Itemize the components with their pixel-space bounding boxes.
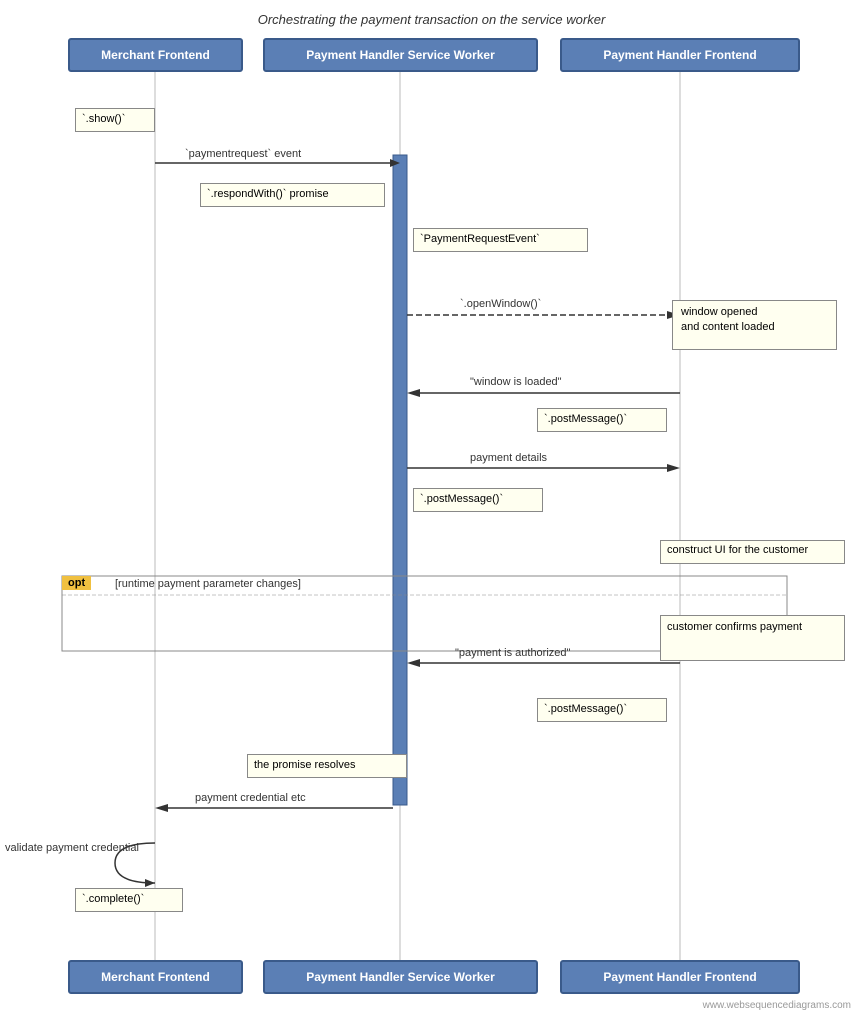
note-promise-resolves: the promise resolves [247, 754, 407, 778]
actor-merchant-bottom: Merchant Frontend [68, 960, 243, 994]
note-postmessage-2: `.postMessage()` [413, 488, 543, 512]
watermark: www.websequencediagrams.com [703, 1000, 851, 1011]
note-customer-confirms: customer confirms payment [660, 615, 845, 661]
label-payment-credential: payment credential etc [195, 792, 306, 804]
actor-service-worker-top: Payment Handler Service Worker [263, 38, 538, 72]
opt-condition: [runtime payment parameter changes] [115, 578, 301, 590]
note-show: `.show()` [75, 108, 155, 132]
label-payment-authorized: "payment is authorized" [455, 647, 570, 659]
note-postmessage-1: `.postMessage()` [537, 408, 667, 432]
actor-handler-frontend-top: Payment Handler Frontend [560, 38, 800, 72]
actor-handler-frontend-bottom: Payment Handler Frontend [560, 960, 800, 994]
label-paymentrequest: `paymentrequest` event [185, 148, 301, 160]
label-validate-payment: validate payment credential [5, 842, 139, 854]
label-payment-details: payment details [470, 452, 547, 464]
note-window-opened: window openedand content loaded [672, 300, 837, 350]
note-construct-ui: construct UI for the customer [660, 540, 845, 564]
note-complete: `.complete()` [75, 888, 183, 912]
diagram-title: Orchestrating the payment transaction on… [0, 0, 863, 35]
actor-service-worker-bottom: Payment Handler Service Worker [263, 960, 538, 994]
note-respond-with: `.respondWith()` promise [200, 183, 385, 207]
label-window-loaded: "window is loaded" [470, 376, 562, 388]
diagram-container: Orchestrating the payment transaction on… [0, 0, 863, 1019]
opt-label: opt [62, 576, 91, 590]
note-payment-request-event: `PaymentRequestEvent` [413, 228, 588, 252]
note-postmessage-3: `.postMessage()` [537, 698, 667, 722]
label-open-window: `.openWindow()` [460, 298, 541, 310]
actor-merchant-top: Merchant Frontend [68, 38, 243, 72]
